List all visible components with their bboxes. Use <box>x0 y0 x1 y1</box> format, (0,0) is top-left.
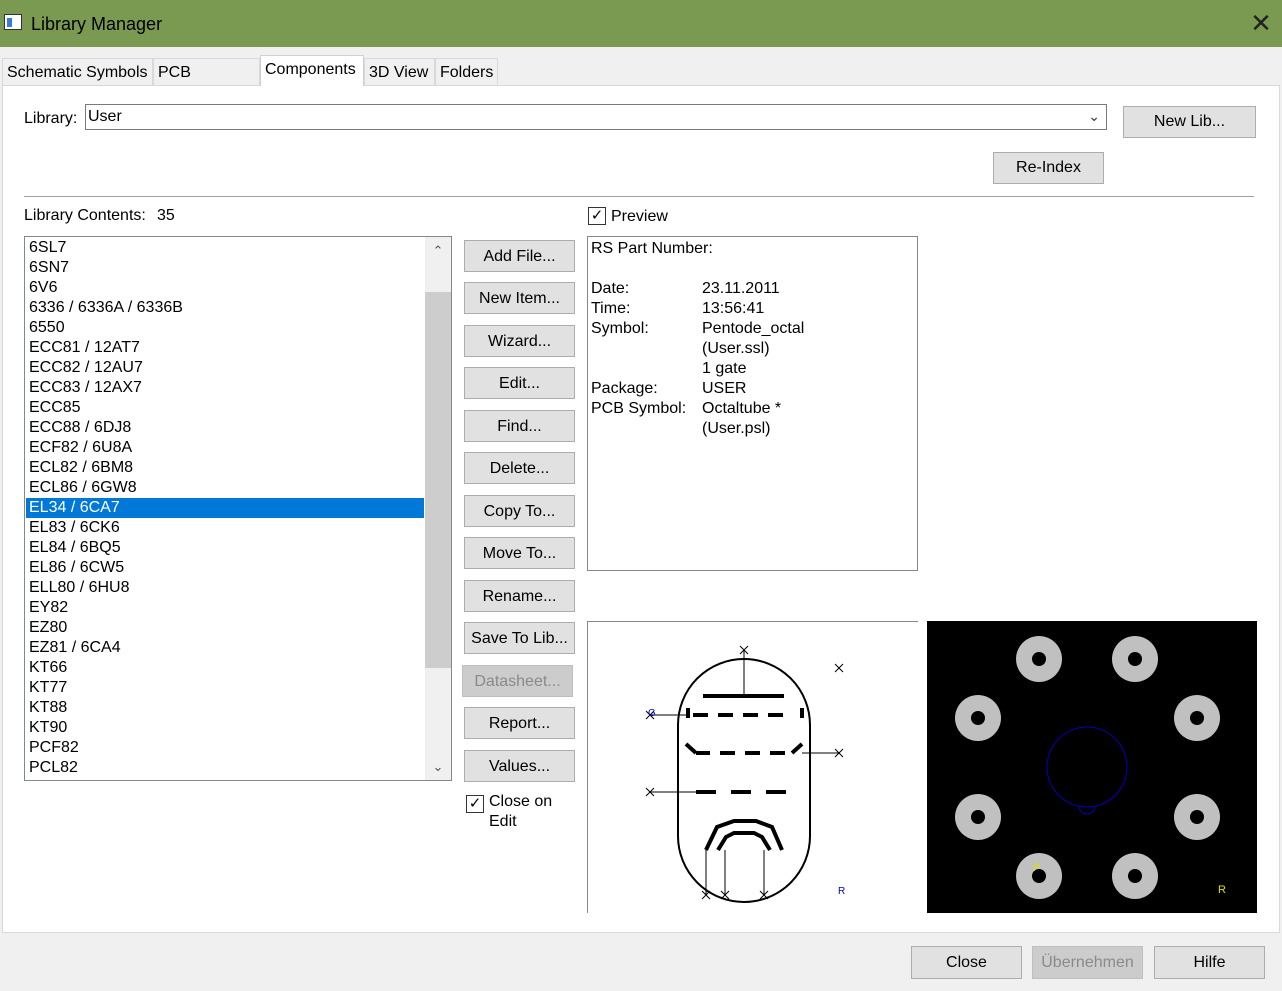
list-item[interactable]: 6V6 <box>26 278 424 298</box>
info-value: 1 gate <box>702 360 747 377</box>
list-item[interactable]: 6550 <box>26 318 424 338</box>
list-item[interactable]: ECF82 / 6U8A <box>26 438 424 458</box>
list-item[interactable]: EL84 / 6BQ5 <box>26 538 424 558</box>
list-item[interactable]: EL83 / 6CK6 <box>26 518 424 538</box>
list-item[interactable]: ECC88 / 6DJ8 <box>26 418 424 438</box>
list-item[interactable]: 6336 / 6336A / 6336B <box>26 298 424 318</box>
wizard-button[interactable]: Wizard... <box>464 325 575 357</box>
tab-components[interactable]: Components <box>260 55 364 86</box>
part-info-box: RS Part Number: Date: 23.11.2011 Time: 13:5… <box>587 236 918 571</box>
copy-to-button[interactable]: Copy To... <box>464 495 575 527</box>
library-contents-count: 35 <box>157 207 175 224</box>
delete-button[interactable]: Delete... <box>464 452 575 484</box>
window-title: Library Manager <box>31 14 163 34</box>
library-select-value: User <box>88 108 122 125</box>
info-key: PCB Symbol: <box>591 400 687 417</box>
datasheet-button[interactable]: Datasheet... <box>462 665 573 697</box>
list-item[interactable]: PCL82 <box>26 758 424 778</box>
info-value: USER <box>702 380 747 397</box>
list-item[interactable]: KT90 <box>26 718 424 738</box>
rs-part-number-label: RS Part Number: <box>591 240 713 257</box>
reindex-button[interactable]: Re-Index <box>993 152 1104 184</box>
chevron-down-icon: ⌄ <box>1088 108 1100 124</box>
list-item[interactable]: ECC85 <box>26 398 424 418</box>
info-value: Pentode_octal <box>702 320 805 337</box>
scroll-down-icon[interactable]: ⌄ <box>425 757 451 777</box>
preview-checkbox[interactable]: ✓ <box>588 207 606 225</box>
scrollbar-thumb[interactable] <box>425 292 451 668</box>
close-button[interactable]: Close <box>911 946 1022 979</box>
list-item[interactable]: EL34 / 6CA7 <box>26 498 424 518</box>
scroll-up-icon[interactable]: ⌃ <box>425 241 451 261</box>
library-label: Library: <box>24 110 78 127</box>
app-icon <box>4 14 22 30</box>
list-item[interactable]: ECC82 / 12AU7 <box>26 358 424 378</box>
list-item[interactable]: ECC83 / 12AX7 <box>26 378 424 398</box>
find-button[interactable]: Find... <box>464 410 575 442</box>
divider <box>24 196 1254 197</box>
info-key: Date: <box>591 280 630 297</box>
list-item[interactable]: KT66 <box>26 658 424 678</box>
close-on-edit-label-line1: Close on <box>489 793 553 810</box>
list-item[interactable]: 6SN7 <box>26 258 424 278</box>
tab-pcb-symbols[interactable]: PCB Symbols <box>153 58 260 108</box>
schematic-symbol-preview: G R <box>587 621 918 913</box>
pentode-symbol-drawing: G R <box>645 645 845 903</box>
list-item[interactable]: EY82 <box>26 598 424 618</box>
list-item[interactable]: EL86 / 6CW5 <box>26 558 424 578</box>
save-to-lib-button[interactable]: Save To Lib... <box>464 622 575 654</box>
pcb-symbol-preview: P R <box>927 621 1257 913</box>
list-item[interactable]: KT88 <box>26 698 424 718</box>
info-value: (User.ssl) <box>702 340 770 357</box>
move-to-button[interactable]: Move To... <box>464 537 575 569</box>
info-key: Time: <box>591 300 631 317</box>
report-button[interactable]: Report... <box>464 707 575 739</box>
octal-footprint-drawing: P R <box>955 636 1226 899</box>
list-item[interactable]: 6SL7 <box>26 238 424 258</box>
pcb-marker-p: P <box>1033 862 1040 874</box>
list-item[interactable]: EZ81 / 6CA4 <box>26 638 424 658</box>
library-select[interactable]: User ⌄ <box>85 104 1107 130</box>
list-item[interactable]: ECC81 / 12AT7 <box>26 338 424 358</box>
schematic-marker-g: G <box>648 708 656 719</box>
list-item[interactable]: ELL80 / 6HU8 <box>26 578 424 598</box>
preview-label: Preview <box>611 208 668 225</box>
help-button[interactable]: Hilfe <box>1154 946 1265 979</box>
apply-button[interactable]: Übernehmen <box>1032 946 1143 979</box>
schematic-marker-r: R <box>838 886 845 897</box>
rename-button[interactable]: Rename... <box>464 580 575 612</box>
tab-schematic-symbols[interactable]: Schematic Symbols <box>2 58 153 85</box>
pcb-marker-r: R <box>1218 884 1226 896</box>
info-value: (User.psl) <box>702 420 771 437</box>
add-file-button[interactable]: Add File... <box>464 240 575 272</box>
info-value: 23.11.2011 <box>702 280 780 297</box>
library-contents-list[interactable]: 6SL7 6SN7 6V6 6336 / 6336A / 6336B 6550 ECC81… <box>24 236 452 781</box>
list-item[interactable]: ECL86 / 6GW8 <box>26 478 424 498</box>
list-item[interactable]: ECL82 / 6BM8 <box>26 458 424 478</box>
title-bar: Library Manager ✕ <box>0 0 1282 47</box>
new-item-button[interactable]: New Item... <box>464 282 575 314</box>
close-icon[interactable]: ✕ <box>1248 10 1274 36</box>
info-key: Package: <box>591 380 658 397</box>
list-item[interactable]: PCF82 <box>26 738 424 758</box>
tab-folders[interactable]: Folders <box>435 58 498 85</box>
info-value: Octaltube * <box>702 400 782 417</box>
list-item[interactable]: KT77 <box>26 678 424 698</box>
info-key: Symbol: <box>591 320 649 337</box>
close-on-edit-label-line2: Edit <box>489 813 517 830</box>
edit-button[interactable]: Edit... <box>464 367 575 399</box>
values-button[interactable]: Values... <box>464 750 575 782</box>
library-contents-label: Library Contents: <box>24 207 146 224</box>
list-item[interactable]: EZ80 <box>26 618 424 638</box>
tab-3d-view[interactable]: 3D View <box>364 58 435 85</box>
new-lib-button[interactable]: New Lib... <box>1123 106 1256 138</box>
close-on-edit-checkbox[interactable]: ✓ <box>466 795 484 813</box>
info-value: 13:56:41 <box>702 300 765 317</box>
